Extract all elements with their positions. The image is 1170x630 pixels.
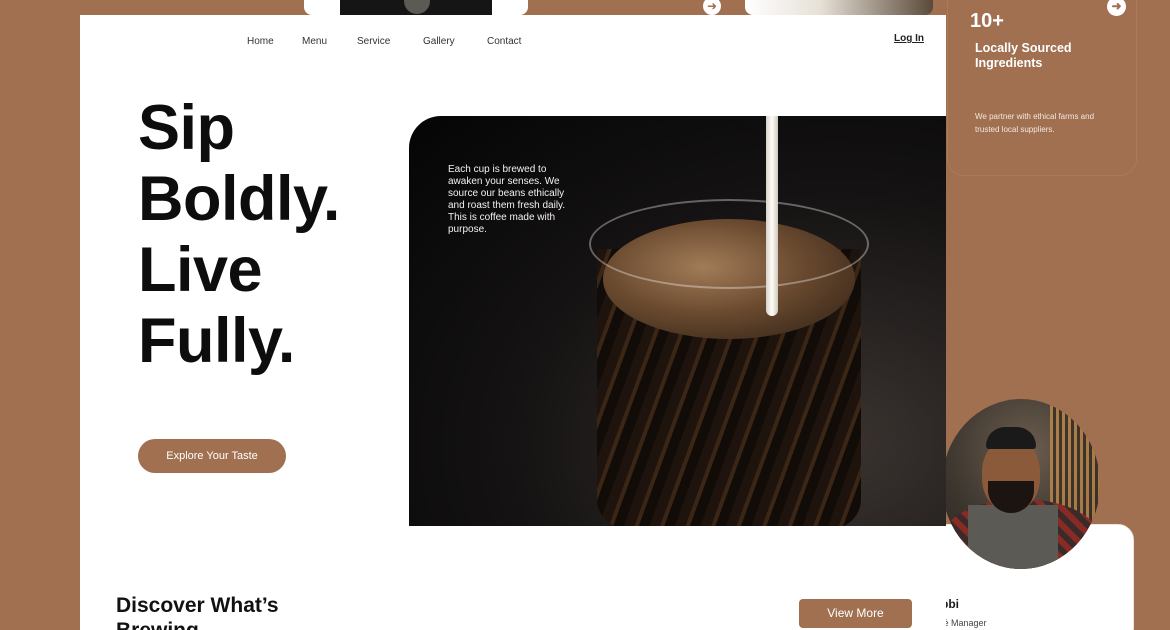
profile-role: fé Manager	[941, 618, 987, 628]
card-description: We partner with ethical farms and truste…	[975, 112, 1095, 134]
nav-home[interactable]: Home	[247, 36, 274, 48]
nav-gallery[interactable]: Gallery	[423, 36, 455, 48]
headline-line: Live	[138, 235, 263, 305]
manager-avatar	[942, 399, 1100, 569]
background-card-3	[745, 0, 933, 15]
headline-line: Boldly.	[138, 164, 340, 234]
background-card-2: ➜	[543, 0, 731, 15]
coffee-hero-image: Each cup is brewed to awaken your senses…	[409, 116, 946, 526]
coffee-glass	[589, 179, 869, 526]
explore-taste-button[interactable]: Explore Your Taste	[138, 439, 286, 473]
hero-image-text: Each cup is brewed to awaken your senses…	[448, 164, 566, 235]
arrow-right-icon[interactable]: ➜	[1107, 0, 1126, 16]
nav-menu[interactable]: Menu	[302, 36, 327, 48]
nav-service[interactable]: Service	[357, 36, 390, 48]
locally-sourced-card: 10+ ➜ Locally Sourced Ingredients We par…	[948, 0, 1136, 175]
card-image	[340, 0, 492, 15]
view-more-button[interactable]: View More	[799, 599, 912, 628]
headline-line: Sip	[138, 93, 235, 163]
arrow-right-icon[interactable]: ➜	[703, 0, 721, 15]
headline-line: Fully.	[138, 306, 295, 376]
milk-pour	[766, 116, 778, 316]
hero-headline: Sip Boldly. Live Fully.	[138, 93, 398, 377]
nav-contact[interactable]: Contact	[487, 36, 521, 48]
discover-heading: Discover What’s Brewing	[116, 594, 279, 630]
hero-section: Home Menu Service Gallery Contact Log In…	[80, 15, 946, 630]
stat-value: 10+	[970, 10, 1004, 32]
background-card-1	[304, 0, 528, 15]
login-link[interactable]: Log In	[894, 33, 924, 44]
card-title: Locally Sourced Ingredients	[975, 41, 1072, 70]
